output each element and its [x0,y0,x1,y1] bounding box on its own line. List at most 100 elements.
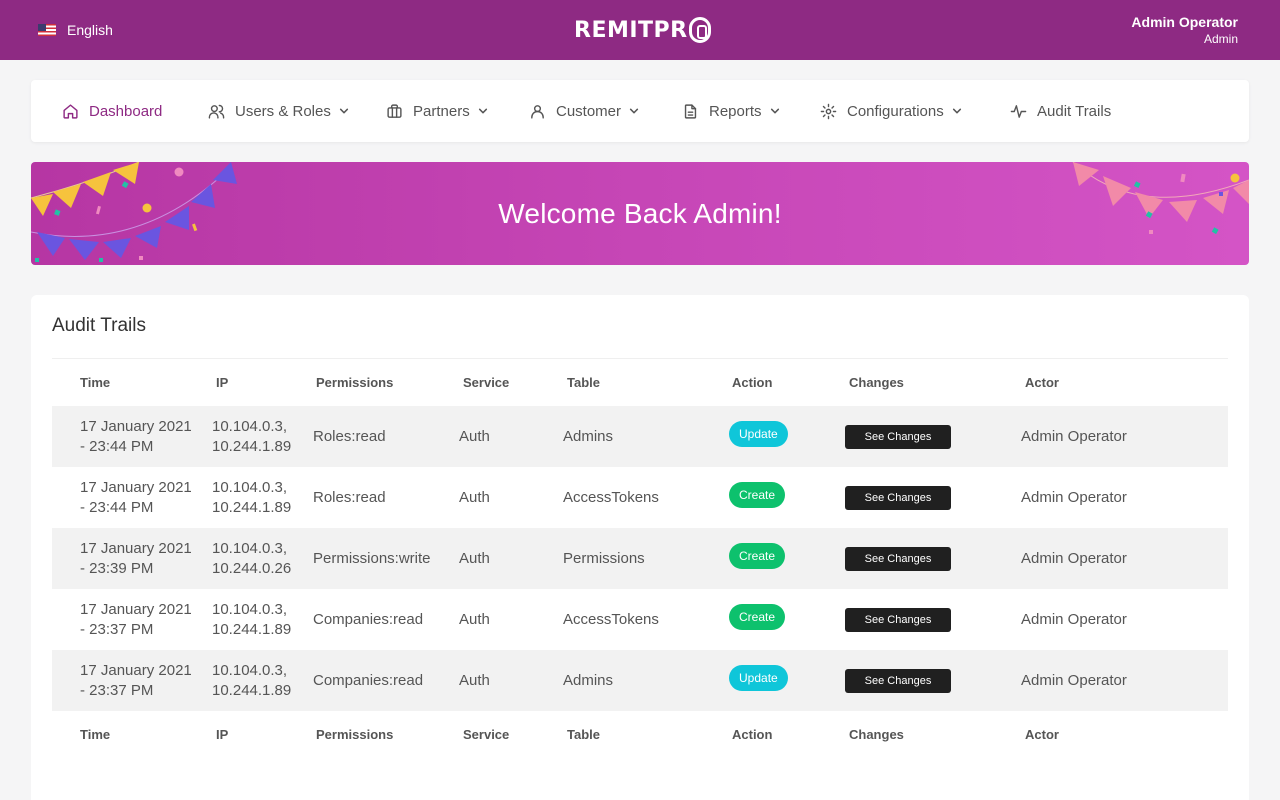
user-menu[interactable]: Admin Operator Admin [1131,13,1238,48]
ip-secondary: 10.244.1.89 [212,498,292,516]
time-cell: 17 January 2021 - 23:37 PM [80,650,192,711]
column-header-ip[interactable]: IP [216,359,228,406]
table-header: Time IP Permissions Service Table Action… [52,359,1228,406]
see-changes-button[interactable]: See Changes [845,425,951,449]
time-clock: - 23:44 PM [80,437,154,455]
permissions-cell: Companies:read [313,610,424,628]
column-header-service[interactable]: Service [463,359,509,406]
column-header-time[interactable]: Time [80,359,110,406]
action-badge-create: Create [729,543,786,569]
remitpro-logo[interactable]: REMITPR [574,13,711,47]
chevron-down-icon [478,108,487,114]
action-badge-update: Update [729,665,788,691]
nav-item-users-roles[interactable]: Users & Roles [208,80,349,142]
see-changes-button[interactable]: See Changes [845,669,951,693]
time-cell: 17 January 2021 - 23:44 PM [80,406,192,467]
time-cell: 17 January 2021 - 23:44 PM [80,467,192,528]
column-footer-actor: Actor [1025,727,1059,742]
permissions-cell: Roles:read [313,427,386,445]
table-cell: Admins [563,671,614,689]
see-changes-button[interactable]: See Changes [845,547,951,571]
nav-label: Partners [413,102,470,120]
ip-primary: 10.104.0.3, [212,600,288,618]
permissions-cell: Permissions:write [313,549,431,567]
logo-mark-icon [688,17,711,43]
language-selector[interactable]: English [38,20,113,40]
time-date: 17 January 2021 [80,539,192,557]
table-cell: Admins [563,427,614,445]
actor-cell: Admin Operator [1021,427,1127,445]
ip-cell: 10.104.0.3, 10.244.1.89 [212,589,291,650]
time-cell: 17 January 2021 - 23:39 PM [80,528,192,589]
nav-item-partners[interactable]: Partners [386,80,488,142]
see-changes-button[interactable]: See Changes [845,608,951,632]
time-date: 17 January 2021 [80,478,192,496]
ip-primary: 10.104.0.3, [212,478,288,496]
gear-icon [820,103,837,119]
nav-item-dashboard[interactable]: Dashboard [62,80,162,142]
us-flag-icon [38,24,56,36]
time-cell: 17 January 2021 - 23:37 PM [80,589,192,650]
service-cell: Auth [459,671,490,689]
user-role: Admin [1203,32,1238,46]
service-cell: Auth [459,549,490,567]
nav-label: Users & Roles [235,102,331,120]
ip-secondary: 10.244.1.89 [212,620,292,638]
table-row: 17 January 2021 - 23:44 PM 10.104.0.3, 1… [52,406,1228,467]
nav-item-reports[interactable]: Reports [682,80,780,142]
column-header-action[interactable]: Action [732,359,772,406]
time-date: 17 January 2021 [80,417,192,435]
ip-cell: 10.104.0.3, 10.244.0.26 [212,528,291,589]
nav-label: Audit Trails [1037,102,1112,120]
ip-primary: 10.104.0.3, [212,417,288,435]
column-footer-action: Action [732,727,773,742]
user-name: Admin Operator [1131,14,1238,30]
column-footer-ip: IP [216,727,229,742]
ip-cell: 10.104.0.3, 10.244.1.89 [212,467,291,528]
card-title: Audit Trails [52,315,146,336]
time-date: 17 January 2021 [80,600,192,618]
action-badge-create: Create [729,482,786,508]
service-cell: Auth [459,610,490,628]
actor-cell: Admin Operator [1021,549,1127,567]
see-changes-button[interactable]: See Changes [845,486,951,510]
ip-cell: 10.104.0.3, 10.244.1.89 [212,650,291,711]
ip-secondary: 10.244.1.89 [212,681,292,699]
column-footer-service: Service [463,727,510,742]
table-row: 17 January 2021 - 23:37 PM 10.104.0.3, 1… [52,650,1228,711]
activity-icon [1010,104,1027,118]
ip-secondary: 10.244.0.26 [212,559,292,577]
column-header-changes[interactable]: Changes [849,359,904,406]
time-date: 17 January 2021 [80,661,192,679]
logo-text: REMITPR [574,17,688,43]
document-icon [684,103,697,119]
home-icon [63,103,78,119]
actor-cell: Admin Operator [1021,610,1127,628]
language-label: English [67,22,113,38]
column-footer-table: Table [567,727,600,742]
welcome-title: Welcome Back Admin! [498,197,782,229]
table-cell: AccessTokens [563,488,659,506]
table-row: 17 January 2021 - 23:37 PM 10.104.0.3, 1… [52,589,1228,650]
action-badge-create: Create [729,604,786,630]
column-header-actor[interactable]: Actor [1025,359,1059,406]
nav-item-customer[interactable]: Customer [529,80,639,142]
time-clock: - 23:37 PM [80,681,154,699]
nav-item-audit-trails[interactable]: Audit Trails [1010,80,1111,142]
nav-item-configurations[interactable]: Configurations [820,80,962,142]
ip-secondary: 10.244.1.89 [212,437,292,455]
time-clock: - 23:39 PM [80,559,154,577]
action-badge-update: Update [729,421,788,447]
column-header-permissions[interactable]: Permissions [316,359,393,406]
permissions-cell: Roles:read [313,488,386,506]
service-cell: Auth [459,427,490,445]
column-footer-changes: Changes [849,727,904,742]
ip-primary: 10.104.0.3, [212,661,288,679]
table-cell: AccessTokens [563,610,659,628]
time-clock: - 23:44 PM [80,498,154,516]
table-cell: Permissions [563,549,645,567]
column-header-table[interactable]: Table [567,359,600,406]
permissions-cell: Companies:read [313,671,424,689]
welcome-banner: Welcome Back Admin! [31,162,1249,265]
ip-cell: 10.104.0.3, 10.244.1.89 [212,406,291,467]
